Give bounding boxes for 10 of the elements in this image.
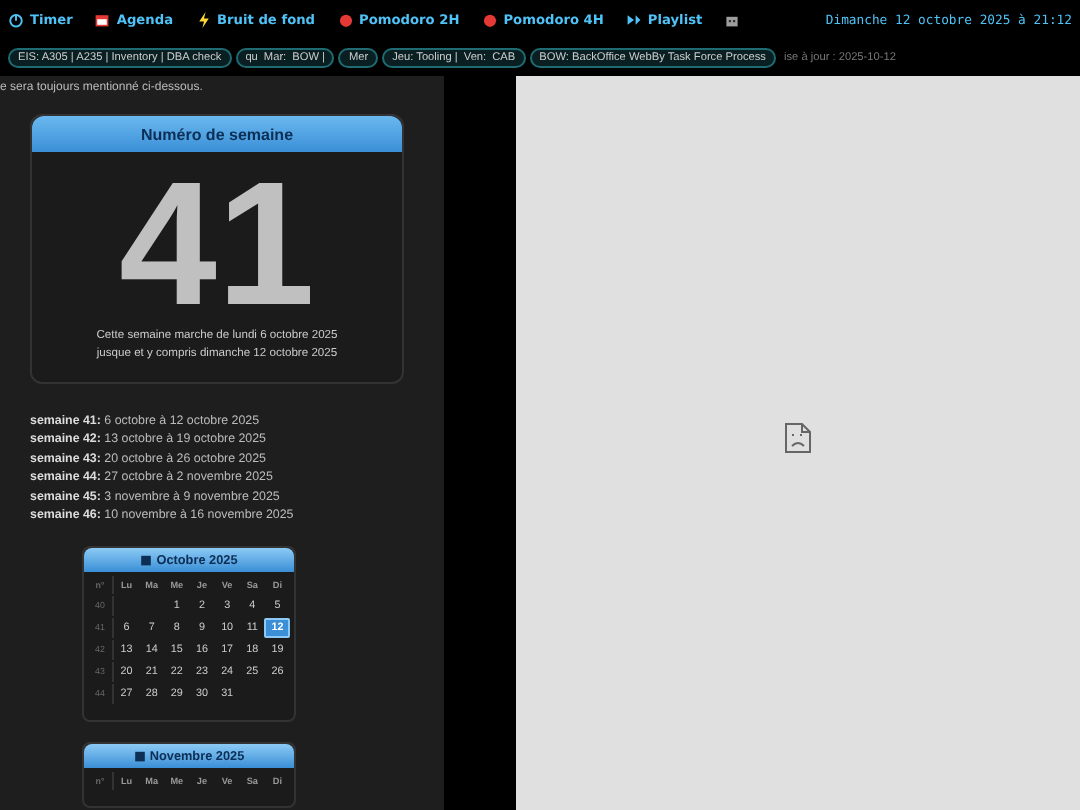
card-title: Numéro de semaine: [32, 116, 402, 152]
tomato-icon: [481, 12, 498, 28]
broken-page-icon: [784, 422, 812, 454]
timer-icon: [8, 12, 24, 28]
lightning-icon: [195, 12, 212, 28]
toolbar-button[interactable]: [724, 12, 741, 28]
play-icon: [625, 12, 642, 28]
tomato-icon: [337, 12, 354, 28]
robot-icon: [724, 12, 741, 28]
week-number: 41: [119, 160, 315, 328]
